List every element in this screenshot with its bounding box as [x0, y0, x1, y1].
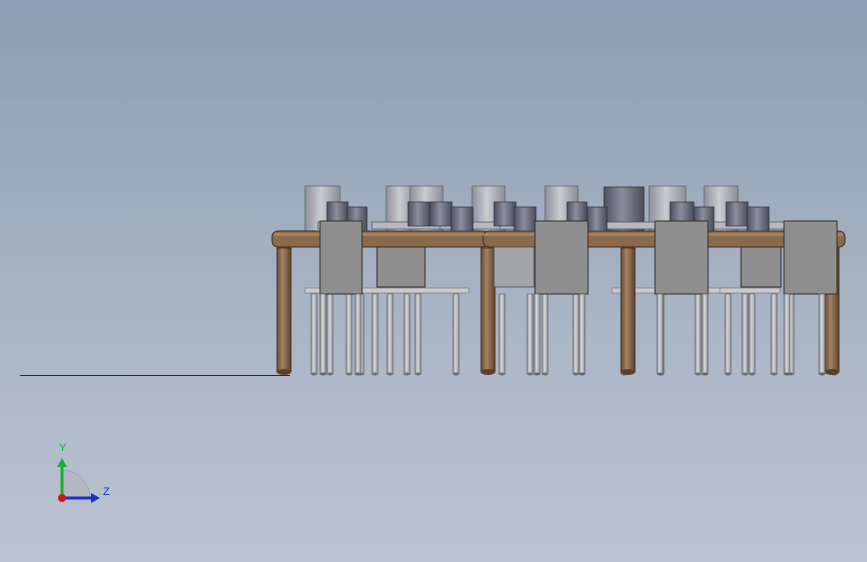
table-leg: [276, 247, 292, 373]
chair-leg-back: [541, 293, 549, 375]
cup-small: [450, 206, 474, 232]
chair-back-panel: [376, 246, 426, 288]
chair-leg-foot: [742, 372, 748, 376]
y-axis-arrowhead: [57, 458, 67, 467]
chair-leg-foot: [311, 372, 317, 376]
chair-leg-foot: [499, 372, 505, 376]
chair-leg-foot: [573, 372, 579, 376]
chair-leg-front: [783, 293, 791, 375]
cup-small: [493, 201, 517, 227]
chair-leg-foot: [702, 372, 708, 376]
cup-small: [407, 201, 431, 227]
chair-back-panel-far: [493, 246, 535, 288]
chair-back-panel: [740, 246, 782, 288]
cup-small: [586, 206, 608, 232]
chair-leg-foot: [527, 372, 533, 376]
chair-leg-back: [572, 293, 580, 375]
table-leg: [620, 247, 636, 373]
chair-leg-back: [386, 293, 394, 375]
z-axis-arrowhead: [91, 493, 100, 503]
chair-leg-back: [310, 293, 318, 375]
chair-leg-foot: [453, 372, 459, 376]
chair-leg-foot: [771, 372, 777, 376]
chair-leg-foot: [819, 372, 825, 376]
cup-small: [429, 201, 453, 227]
chair-back-panel: [319, 220, 363, 295]
chair-back-panel: [654, 220, 709, 295]
chair-leg-back: [694, 293, 702, 375]
chair-leg-foot: [657, 372, 663, 376]
chair-leg-back: [748, 293, 756, 375]
chair-leg-back: [498, 293, 506, 375]
chair-leg-back: [403, 293, 411, 375]
table-leg-foot: [481, 369, 495, 375]
chair-leg-foot: [695, 372, 701, 376]
chair-leg-foot: [320, 372, 326, 376]
chair-leg-back: [724, 293, 732, 375]
chair-leg-front: [656, 293, 664, 375]
chair-leg-foot: [784, 372, 790, 376]
chair-leg-back: [345, 293, 353, 375]
orientation-triad[interactable]: Y Z: [50, 440, 120, 510]
cup-small: [746, 206, 770, 232]
chair-leg-front: [818, 293, 826, 375]
chair-leg-foot: [749, 372, 755, 376]
chair-leg-back: [326, 293, 334, 375]
chair-leg-back: [452, 293, 460, 375]
z-axis-label: Z: [103, 486, 110, 498]
chair-leg-foot: [415, 372, 421, 376]
chair-leg-foot: [579, 372, 585, 376]
chair-leg-front: [319, 293, 327, 375]
chair-legs-back: [304, 287, 838, 376]
chair-leg-foot: [346, 372, 352, 376]
cad-viewport[interactable]: Y Z: [0, 0, 867, 562]
y-axis-label: Y: [59, 442, 67, 454]
chair-leg-foot: [534, 372, 540, 376]
chair-leg-foot: [404, 372, 410, 376]
chair-leg-foot: [327, 372, 333, 376]
model-view[interactable]: [0, 0, 867, 562]
table-leg-foot: [277, 369, 291, 375]
chair-leg-foot: [355, 372, 361, 376]
chair-leg-back: [770, 293, 778, 375]
chair-back-panel: [783, 220, 838, 295]
chair-leg-front: [533, 293, 541, 375]
chair-leg-front: [701, 293, 709, 375]
chair-leg-front: [578, 293, 586, 375]
chair-leg-foot: [387, 372, 393, 376]
chair-leg-foot: [372, 372, 378, 376]
chair-leg-back: [371, 293, 379, 375]
x-axis-dot: [58, 494, 66, 502]
table-top-highlight-left: [274, 233, 488, 236]
table-leg-foot: [825, 369, 839, 375]
table-leg: [480, 247, 496, 373]
chair-leg-back: [526, 293, 534, 375]
table-leg-foot: [621, 369, 635, 375]
chair-back-panel: [534, 220, 589, 295]
seat-rail: [719, 287, 781, 294]
chair-leg-front: [354, 293, 362, 375]
cup-small: [513, 206, 537, 232]
chair-leg-foot: [725, 372, 731, 376]
chair-leg-back: [414, 293, 422, 375]
chair-leg-back: [741, 293, 749, 375]
triad-plane-shade: [61, 469, 91, 499]
cup-small: [725, 201, 749, 227]
chair-leg-foot: [542, 372, 548, 376]
